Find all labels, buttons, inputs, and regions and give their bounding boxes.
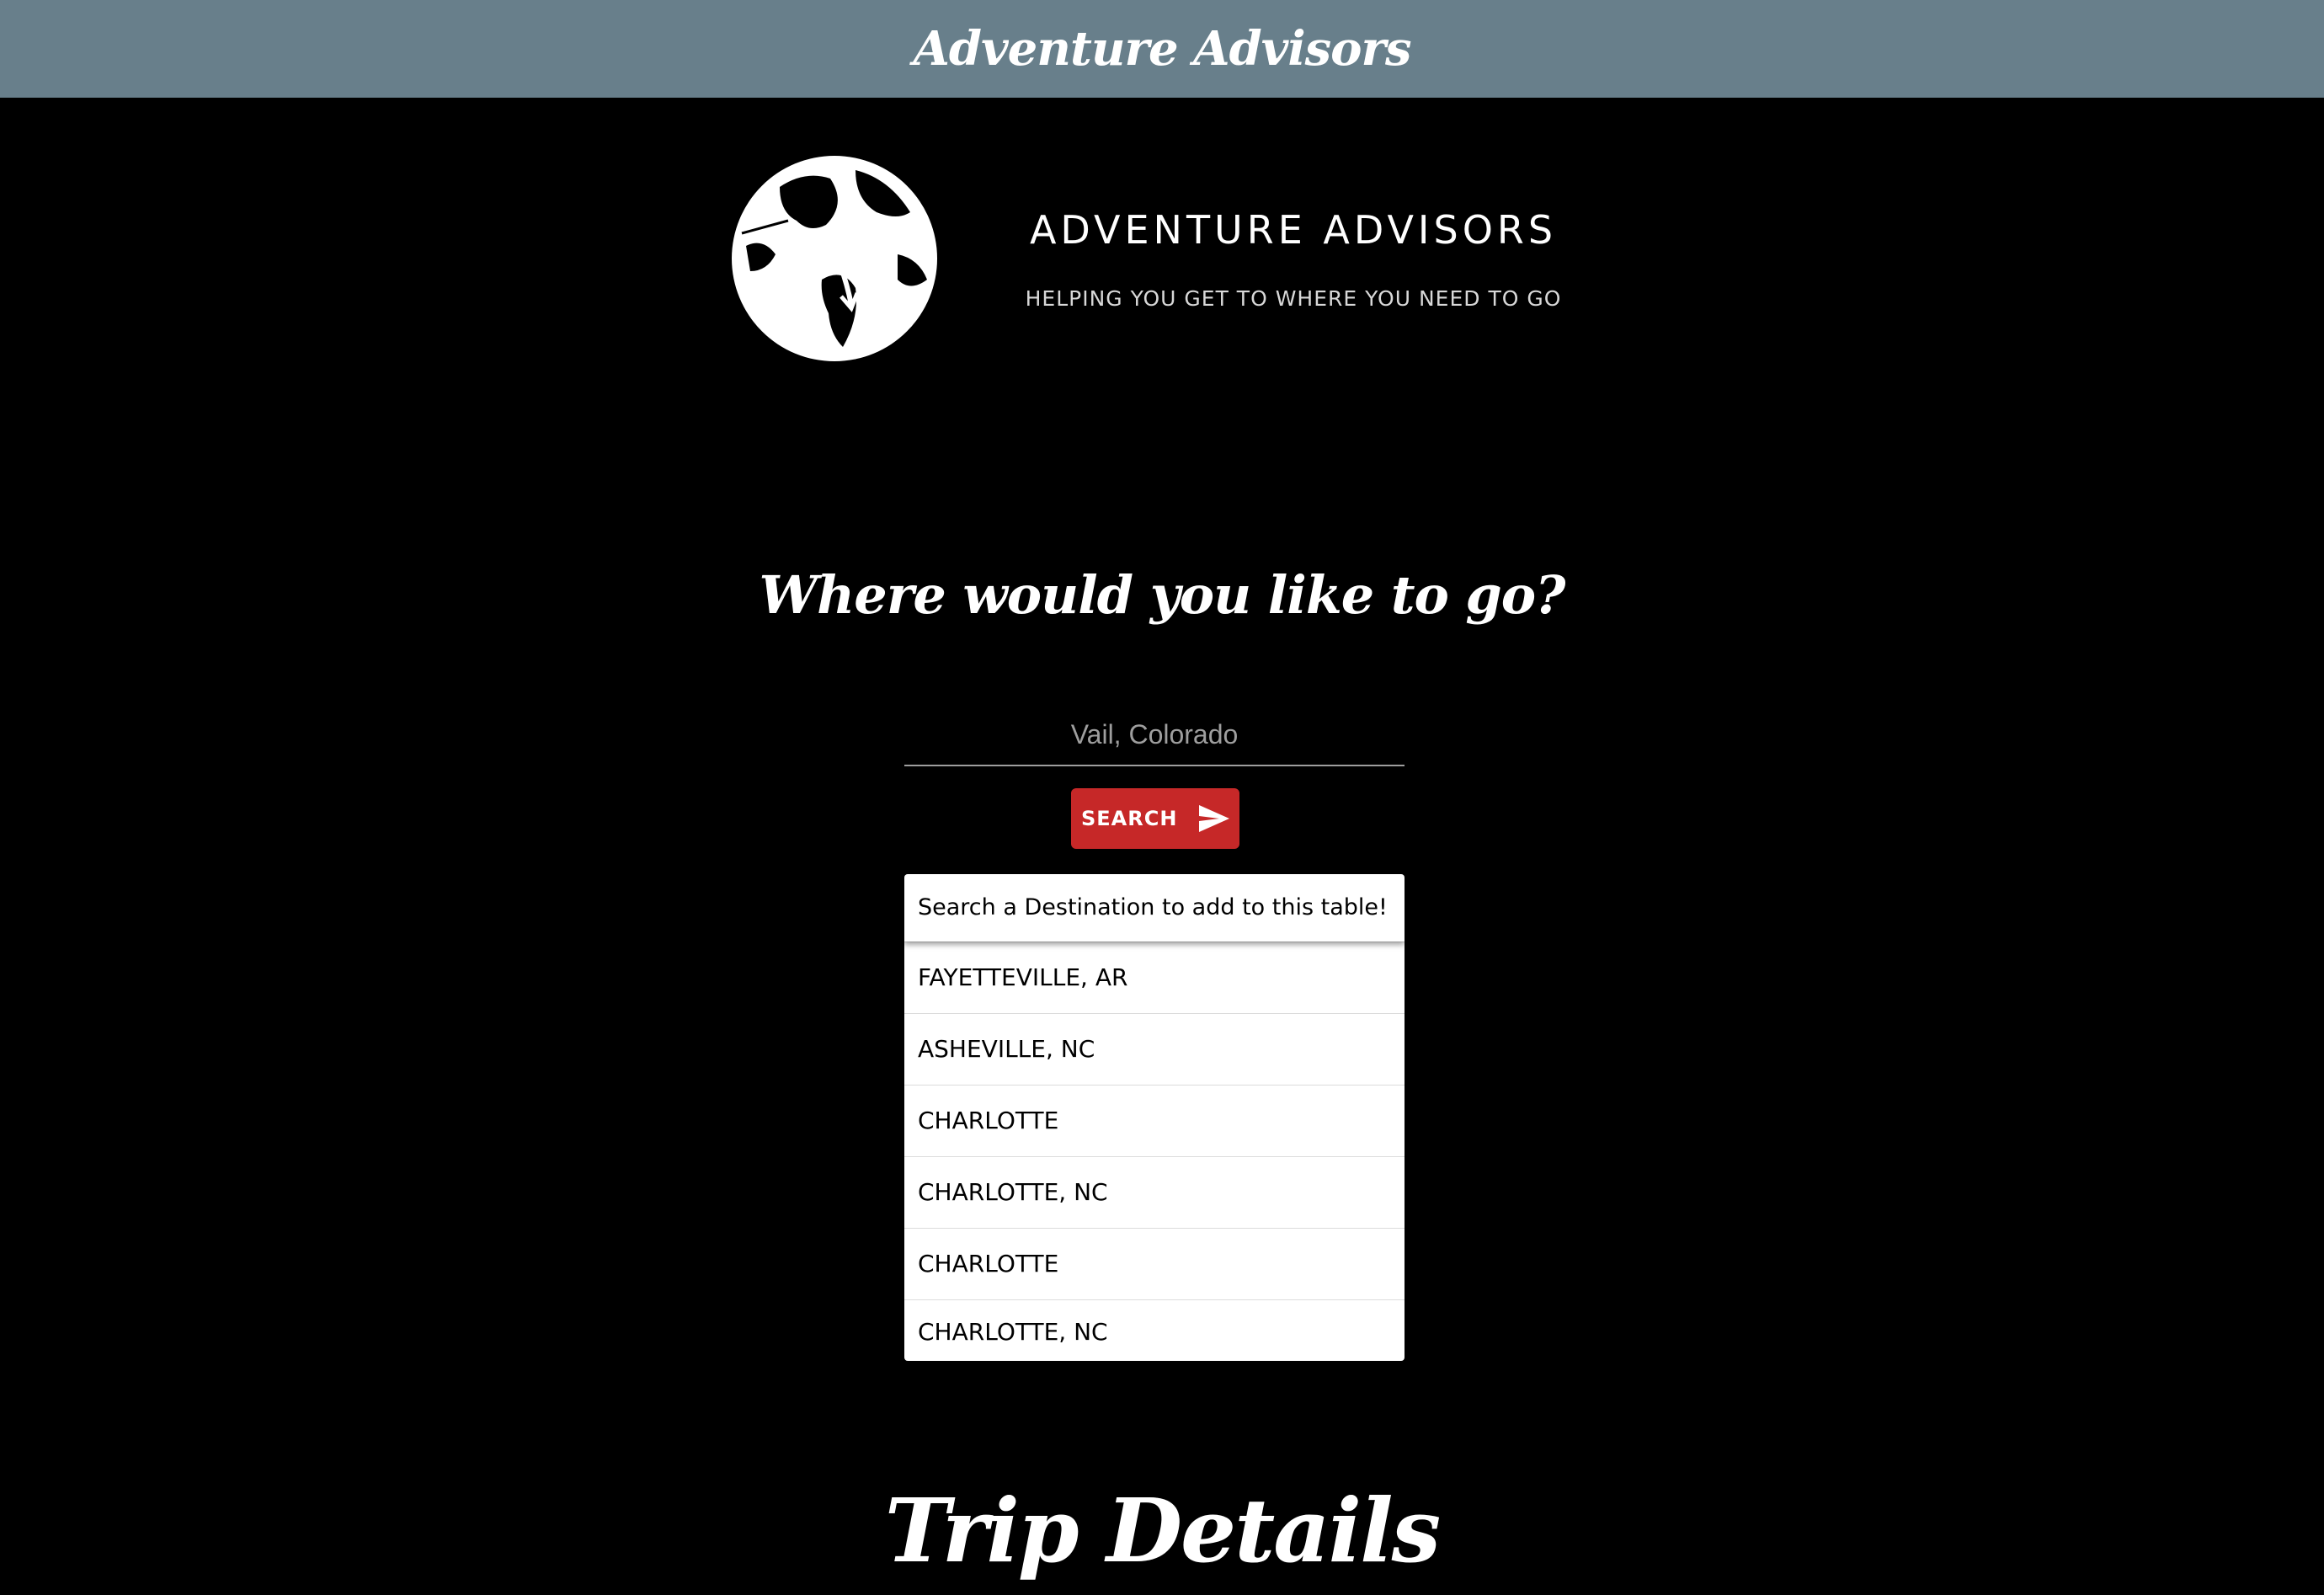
destination-table: Search a Destination to add to this tabl…: [904, 874, 1405, 1361]
destination-row[interactable]: CHARLOTTE: [904, 1085, 1405, 1156]
destination-row[interactable]: ASHEVILLE, NC: [904, 1013, 1405, 1085]
brand-logo: ADVENTURE ADVISORS HELPING YOU GET TO WH…: [729, 150, 1596, 369]
destination-row[interactable]: CHARLOTTE: [904, 1228, 1405, 1299]
destination-row[interactable]: CHARLOTTE, NC: [904, 1156, 1405, 1228]
send-icon: [1199, 805, 1229, 832]
top-bar: Adventure Advisors: [0, 0, 2324, 98]
search-button-label: SEARCH: [1081, 807, 1178, 830]
destination-search-input[interactable]: [904, 704, 1405, 766]
trip-details-title: Trip Details: [884, 1479, 1441, 1582]
logo-tagline: HELPING YOU GET TO WHERE YOU NEED TO GO: [1025, 286, 1562, 311]
search-button[interactable]: SEARCH: [1071, 788, 1239, 849]
destination-row[interactable]: FAYETTEVILLE, AR: [904, 942, 1405, 1013]
app-title: Adventure Advisors: [913, 21, 1411, 77]
destination-table-header: Search a Destination to add to this tabl…: [904, 874, 1405, 942]
globe-arrows-icon: [732, 156, 937, 361]
search-heading: Where would you like to go?: [759, 564, 1566, 626]
destination-row[interactable]: CHARLOTTE, NC: [904, 1299, 1405, 1361]
logo-name: ADVENTURE ADVISORS: [1029, 207, 1558, 253]
